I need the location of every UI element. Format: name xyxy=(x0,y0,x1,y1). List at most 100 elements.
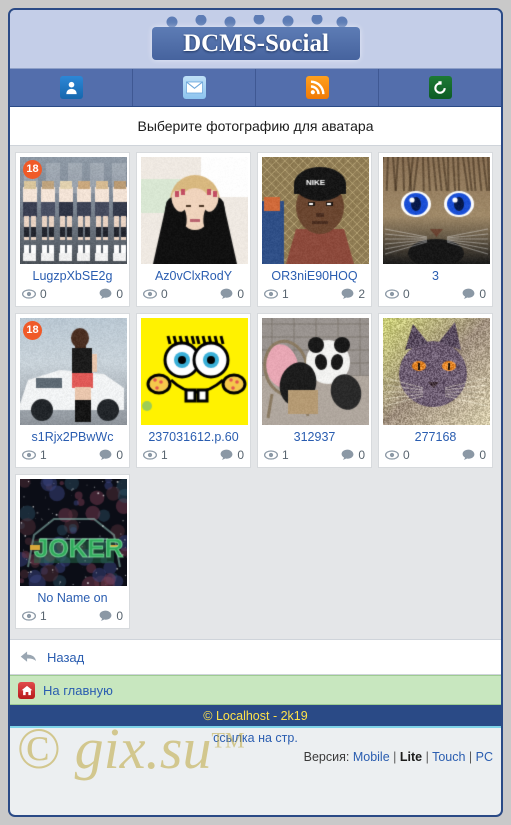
photo-card[interactable]: 277168 0 0 xyxy=(378,313,493,468)
version-link-lite[interactable]: Lite xyxy=(400,750,422,764)
copyright-bar: © Localhost - 2k19 xyxy=(10,705,501,728)
home-label: На главную xyxy=(43,682,113,698)
photo-stats: 10 xyxy=(262,448,367,464)
photo-thumbnail[interactable] xyxy=(383,318,490,425)
photo-card[interactable]: 30 0 xyxy=(378,152,493,307)
photo-card[interactable]: 18 s1Rjx2PBwWc 1 0 xyxy=(15,313,130,468)
views-stat: 1 xyxy=(22,609,47,623)
photo-image xyxy=(141,318,248,425)
views-count: 1 xyxy=(40,448,47,462)
photo-title[interactable]: 237031612.p.60 xyxy=(141,425,246,448)
watermark: © gix.suTM xyxy=(16,720,245,778)
version-label: Версия: xyxy=(303,750,350,764)
comment-icon xyxy=(341,449,354,460)
adult-badge: 18 xyxy=(23,160,42,179)
views-stat: 1 xyxy=(22,448,47,462)
photo-card[interactable]: 18 LugzpXbSE2g 0 0 xyxy=(15,152,130,307)
views-count: 0 xyxy=(403,287,410,301)
eye-icon xyxy=(22,450,36,460)
photo-stats: 00 xyxy=(20,287,125,303)
photo-thumbnail[interactable] xyxy=(141,157,248,264)
photo-title[interactable]: 3 xyxy=(383,264,488,287)
logo-plate: DCMS-Social xyxy=(152,27,360,60)
photo-card[interactable]: 312937 1 0 xyxy=(257,313,372,468)
site-logo[interactable]: DCMS-Social xyxy=(148,13,363,65)
views-stat: 0 xyxy=(143,287,168,301)
rss-icon xyxy=(305,76,329,99)
photo-thumbnail[interactable] xyxy=(262,318,369,425)
comment-icon xyxy=(462,288,475,299)
photo-title[interactable]: s1Rjx2PBwWc xyxy=(20,425,125,448)
nav-item-refresh[interactable] xyxy=(379,69,501,106)
photo-card[interactable]: Az0vClxRodY 0 0 xyxy=(136,152,251,307)
comments-count: 0 xyxy=(116,448,123,462)
photo-stats: 10 xyxy=(141,448,246,464)
photo-stats: 00 xyxy=(383,448,488,464)
site-footer: ссылка на стр. Версия: Mobile | Lite | T… xyxy=(10,720,501,778)
photo-thumbnail[interactable] xyxy=(262,157,369,264)
photo-title[interactable]: No Name on xyxy=(20,586,125,609)
comments-stat: 0 xyxy=(220,287,244,301)
gallery-row: 18 LugzpXbSE2g 0 0 Az0vClxRodY 0 0 OR3niE90HOQ 1… xyxy=(10,152,501,313)
comments-count: 0 xyxy=(479,448,486,462)
photo-title[interactable]: 277168 xyxy=(383,425,488,448)
comments-count: 2 xyxy=(358,287,365,301)
photo-title[interactable]: Az0vClxRodY xyxy=(141,264,246,287)
site-header: DCMS-Social xyxy=(10,10,501,69)
photo-image xyxy=(262,318,369,425)
main-nav xyxy=(10,69,501,107)
photo-thumbnail[interactable]: 18 xyxy=(20,157,127,264)
views-count: 1 xyxy=(282,448,289,462)
views-stat: 0 xyxy=(385,448,410,462)
photo-card[interactable]: No Name on 1 0 xyxy=(15,474,130,629)
photo-title[interactable]: LugzpXbSE2g xyxy=(20,264,125,287)
photo-gallery: 18 LugzpXbSE2g 0 0 Az0vClxRodY 0 0 OR3niE90HOQ 1… xyxy=(10,146,501,639)
comments-count: 0 xyxy=(237,287,244,301)
version-separator: | xyxy=(422,750,433,764)
page-link[interactable]: ссылка на стр. xyxy=(18,731,493,745)
page-title: Выберите фотографию для аватара xyxy=(10,107,501,146)
photo-card[interactable]: OR3niE90HOQ 1 2 xyxy=(257,152,372,307)
comments-stat: 0 xyxy=(99,448,123,462)
photo-image xyxy=(141,157,248,264)
eye-icon xyxy=(264,289,278,299)
back-link[interactable]: Назад xyxy=(10,639,501,675)
comments-stat: 0 xyxy=(99,287,123,301)
version-switcher: Версия: Mobile | Lite | Touch | PC xyxy=(18,750,493,764)
comment-icon xyxy=(220,449,233,460)
version-link-pc[interactable]: PC xyxy=(476,750,493,764)
photo-title[interactable]: 312937 xyxy=(262,425,367,448)
views-stat: 0 xyxy=(22,287,47,301)
photo-title[interactable]: OR3niE90HOQ xyxy=(262,264,367,287)
app-frame: DCMS-Social Выберите фотографию для ават… xyxy=(8,8,503,817)
home-link[interactable]: На главную xyxy=(10,675,501,705)
gallery-row: 18 s1Rjx2PBwWc 1 0 237031612.p.60 1 0 312937 1 0 2… xyxy=(10,313,501,474)
eye-icon xyxy=(22,611,36,621)
photo-card[interactable]: 237031612.p.60 1 0 xyxy=(136,313,251,468)
version-link-mobile[interactable]: Mobile xyxy=(353,750,390,764)
comments-stat: 2 xyxy=(341,287,365,301)
version-separator: | xyxy=(389,750,400,764)
comment-icon xyxy=(99,610,112,621)
nav-item-mail[interactable] xyxy=(133,69,256,106)
views-stat: 1 xyxy=(264,448,289,462)
nav-item-profile[interactable] xyxy=(10,69,133,106)
photo-image xyxy=(383,318,490,425)
screenshot-root: DCMS-Social Выберите фотографию для ават… xyxy=(0,0,511,825)
photo-image xyxy=(262,157,369,264)
photo-thumbnail[interactable] xyxy=(20,479,127,586)
comments-stat: 0 xyxy=(462,287,486,301)
mail-icon xyxy=(182,76,206,99)
photo-thumbnail[interactable]: 18 xyxy=(20,318,127,425)
photo-thumbnail[interactable] xyxy=(383,157,490,264)
eye-icon xyxy=(385,289,399,299)
photo-thumbnail[interactable] xyxy=(141,318,248,425)
comments-stat: 0 xyxy=(99,609,123,623)
views-stat: 0 xyxy=(385,287,410,301)
views-count: 0 xyxy=(161,287,168,301)
views-count: 1 xyxy=(161,448,168,462)
views-count: 1 xyxy=(282,287,289,301)
eye-icon xyxy=(385,450,399,460)
nav-item-feed[interactable] xyxy=(256,69,379,106)
version-link-touch[interactable]: Touch xyxy=(432,750,465,764)
